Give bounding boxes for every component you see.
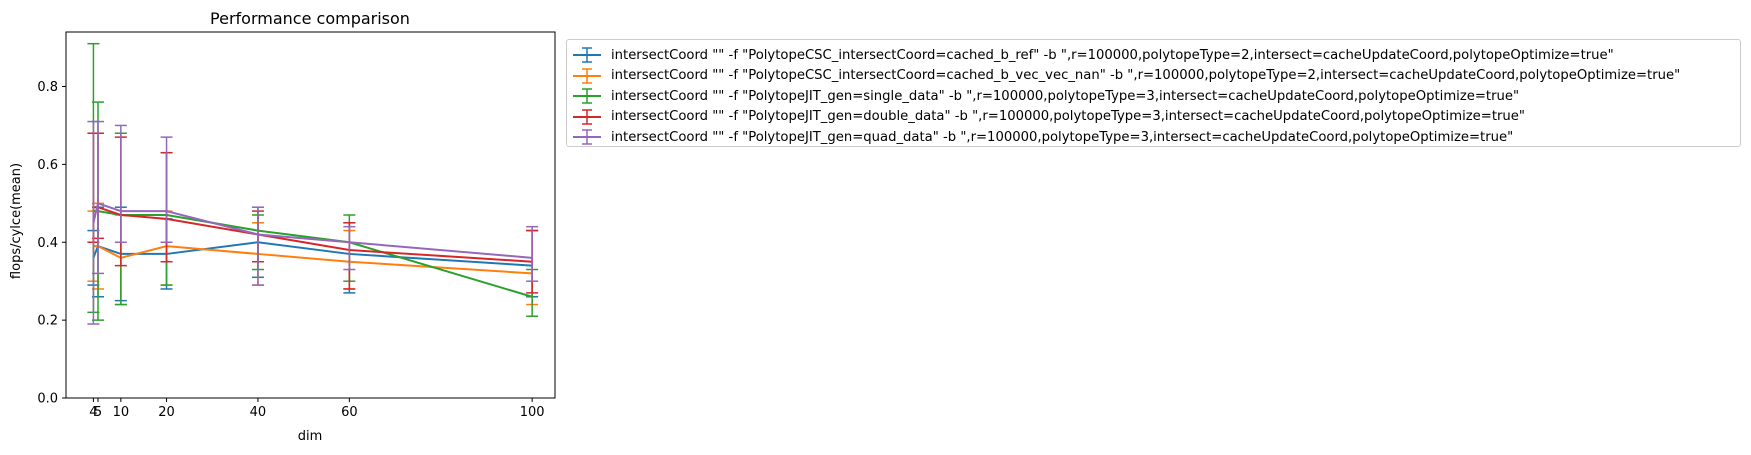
series-1 (87, 206, 539, 302)
legend-label: intersectCoord "" -f "PolytopeJIT_gen=qu… (611, 129, 1514, 145)
legend-item: intersectCoord "" -f "PolytopeCSC_inters… (567, 66, 1680, 86)
chart-legend: intersectCoord "" -f "PolytopeCSC_inters… (566, 39, 1741, 147)
x-tick-label: 100 (520, 405, 545, 420)
x-tick-label: 60 (341, 405, 358, 420)
legend-label: intersectCoord "" -f "PolytopeJIT_gen=si… (611, 88, 1520, 104)
y-tick-label: 0.0 (37, 392, 58, 407)
y-tick-label: 0.2 (37, 314, 58, 329)
legend-item: intersectCoord "" -f "PolytopeJIT_gen=si… (567, 86, 1519, 106)
legend-swatch (573, 129, 601, 145)
series-5 (87, 120, 539, 325)
y-axis-label: flops/cylce(mean) (9, 163, 24, 279)
legend-label: intersectCoord "" -f "PolytopeJIT_gen=do… (611, 109, 1525, 124)
x-axis-label: dim (298, 429, 323, 444)
x-tick-label: 5 (94, 405, 102, 420)
legend-item: intersectCoord "" -f "PolytopeJIT_gen=do… (567, 107, 1525, 127)
legend-label: intersectCoord "" -f "PolytopeCSC_inters… (611, 68, 1681, 83)
chart-title: Performance comparison (210, 9, 410, 28)
y-tick-label: 0.4 (37, 236, 58, 251)
plot-area: 45 10 20 40 60 1000.00.20.40.60.8 (37, 31, 556, 420)
x-tick-label: 20 (158, 405, 175, 420)
legend-swatch (573, 88, 601, 104)
legend-item: intersectCoord "" -f "PolytopeJIT_gen=qu… (567, 127, 1513, 147)
legend-label: intersectCoord "" -f "PolytopeCSC_inters… (611, 47, 1614, 63)
legend-swatch (573, 67, 601, 84)
series-line (92, 241, 533, 267)
y-tick-label: 0.6 (37, 158, 58, 173)
series-3 (87, 42, 539, 321)
legend-item: intersectCoord "" -f "PolytopeCSC_inters… (567, 45, 1614, 65)
x-tick-label: 10 (113, 405, 130, 420)
legend-swatch (573, 47, 601, 63)
y-tick-label: 0.8 (37, 80, 58, 95)
x-tick-label: 40 (250, 405, 267, 420)
legend-swatch (573, 108, 601, 125)
